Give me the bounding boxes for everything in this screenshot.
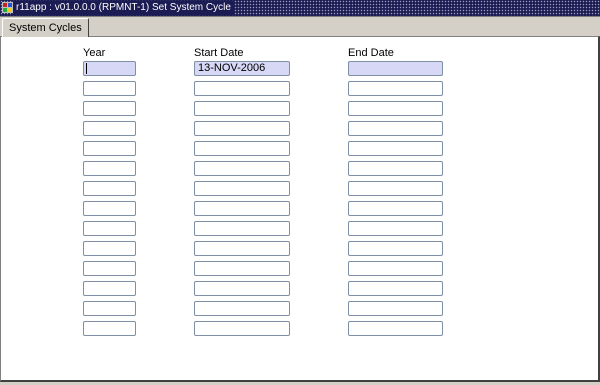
tab-system-cycles[interactable]: System Cycles (2, 18, 89, 37)
start-date-field[interactable] (194, 261, 290, 276)
end-date-field[interactable] (348, 121, 443, 136)
table-row (1, 281, 598, 301)
start-date-field[interactable]: 13-NOV-2006 (194, 61, 290, 76)
end-date-field[interactable] (348, 101, 443, 116)
start-date-field[interactable] (194, 201, 290, 216)
table-row (1, 261, 598, 281)
start-date-field[interactable] (194, 221, 290, 236)
start-date-field[interactable] (194, 161, 290, 176)
end-date-field[interactable] (348, 281, 443, 296)
year-field[interactable] (83, 101, 136, 116)
start-date-field[interactable] (194, 141, 290, 156)
table-row (1, 201, 598, 221)
end-date-field[interactable] (348, 201, 443, 216)
end-date-field[interactable] (348, 321, 443, 336)
table-row (1, 81, 598, 101)
start-date-field[interactable] (194, 101, 290, 116)
start-date-field[interactable] (194, 81, 290, 96)
year-field[interactable] (83, 81, 136, 96)
year-field[interactable] (83, 161, 136, 176)
year-field[interactable] (83, 61, 136, 76)
year-field[interactable] (83, 241, 136, 256)
column-header-year: Year (83, 47, 106, 59)
end-date-field[interactable] (348, 261, 443, 276)
end-date-field[interactable] (348, 81, 443, 96)
table-row (1, 301, 598, 321)
table-row (1, 161, 598, 181)
year-field[interactable] (83, 221, 136, 236)
cycle-records: 13-NOV-2006 (1, 61, 598, 341)
end-date-field[interactable] (348, 221, 443, 236)
column-header-start-date: Start Date (194, 47, 244, 59)
year-field[interactable] (83, 301, 136, 316)
end-date-field[interactable] (348, 141, 443, 156)
start-date-field[interactable] (194, 321, 290, 336)
table-row (1, 221, 598, 241)
table-row: 13-NOV-2006 (1, 61, 598, 81)
end-date-field[interactable] (348, 161, 443, 176)
tab-strip: System Cycles (0, 17, 600, 37)
year-field[interactable] (83, 321, 136, 336)
year-field[interactable] (83, 141, 136, 156)
end-date-field[interactable] (348, 61, 443, 76)
window-title: r11app : v01.0.0.0 (RPMNT-1) Set System … (13, 1, 234, 15)
start-date-field[interactable] (194, 181, 290, 196)
title-bar[interactable]: r11app : v01.0.0.0 (RPMNT-1) Set System … (0, 0, 600, 17)
table-row (1, 321, 598, 341)
table-row (1, 241, 598, 261)
end-date-field[interactable] (348, 241, 443, 256)
year-field[interactable] (83, 281, 136, 296)
end-date-field[interactable] (348, 301, 443, 316)
table-row (1, 181, 598, 201)
start-date-field[interactable] (194, 121, 290, 136)
oracle-app-icon[interactable] (2, 2, 13, 13)
text-cursor (86, 62, 87, 74)
start-date-field[interactable] (194, 281, 290, 296)
year-field[interactable] (83, 261, 136, 276)
year-field[interactable] (83, 121, 136, 136)
system-cycles-panel: Year Start Date End Date 13-NOV-2006 (0, 36, 600, 382)
table-row (1, 101, 598, 121)
year-field[interactable] (83, 201, 136, 216)
start-date-field[interactable] (194, 241, 290, 256)
start-date-field[interactable] (194, 301, 290, 316)
table-row (1, 141, 598, 161)
year-field[interactable] (83, 181, 136, 196)
table-row (1, 121, 598, 141)
column-header-end-date: End Date (348, 47, 394, 59)
end-date-field[interactable] (348, 181, 443, 196)
